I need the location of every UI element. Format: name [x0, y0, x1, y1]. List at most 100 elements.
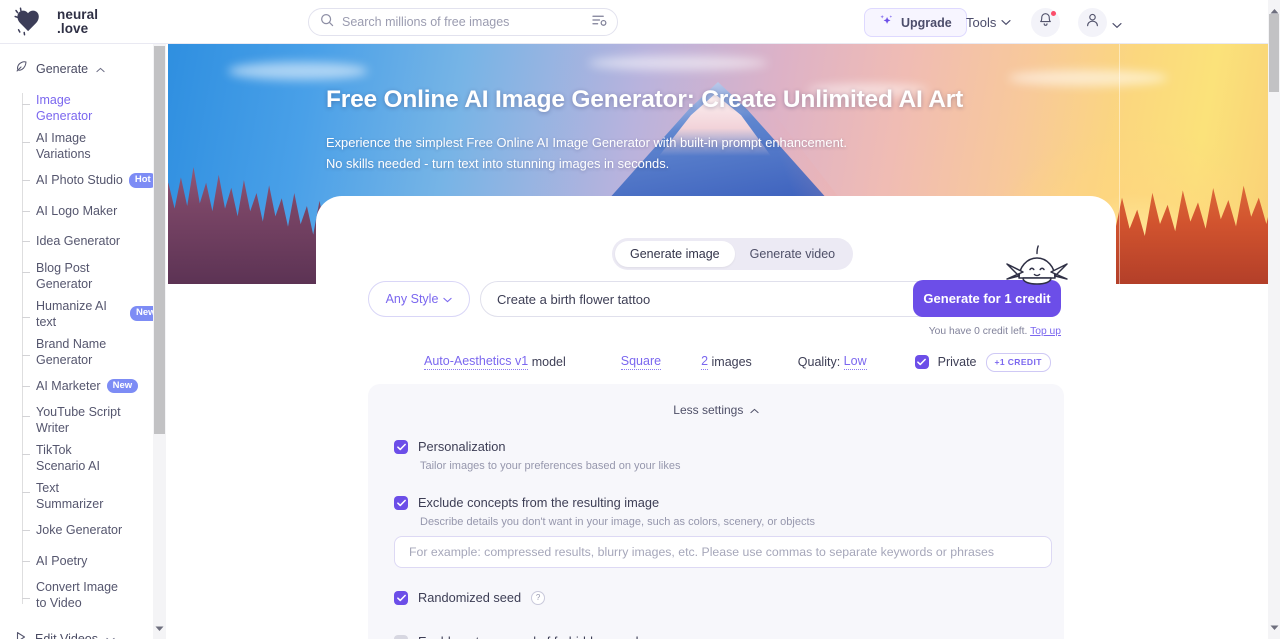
sidebar-item-label: Idea Generator — [36, 234, 121, 249]
exclude-concepts-description: Describe details you don't want in your … — [420, 516, 816, 528]
user-avatar-button[interactable] — [1078, 8, 1107, 37]
exclude-concepts-input[interactable]: For example: compressed results, blurry … — [394, 536, 1052, 568]
brand-logo[interactable]: neural .love — [0, 6, 300, 37]
forbidden-words-label: Enable auto-removal of forbidden words — [418, 634, 645, 639]
prompt-value: Create a birth flower tattoo — [497, 291, 651, 307]
top-navigation-bar: neural .love Search millions of free ima… — [0, 0, 1268, 44]
sidebar-item-tiktok-scenario-ai[interactable]: TikTok Scenario AI — [22, 439, 168, 477]
image-count-value[interactable]: 2 — [701, 354, 709, 371]
generation-options-row: Auto-Aesthetics v1 model Square 2 images… — [424, 353, 1051, 372]
sidebar-item-idea-generator[interactable]: Idea Generator — [22, 226, 168, 257]
sidebar-item-ai-image-variations[interactable]: AI Image Variations — [22, 127, 168, 165]
sidebar-item-humanize-ai-text[interactable]: Humanize AI text New — [22, 295, 168, 333]
sidebar-item-youtube-script-writer[interactable]: YouTube Script Writer — [22, 401, 168, 439]
sidebar-item-label: AI Logo Maker — [36, 203, 118, 218]
notifications-button[interactable] — [1031, 8, 1060, 37]
toggle-settings-button[interactable]: Less settings — [368, 403, 1064, 417]
private-label: Private — [937, 355, 977, 370]
sidebar-item-label: TikTok Scenario AI — [36, 443, 100, 473]
play-triangle-icon — [15, 630, 27, 639]
setting-exclude-concepts: Exclude concepts from the resulting imag… — [394, 495, 815, 528]
sidebar-scrollbar-thumb[interactable] — [154, 46, 165, 434]
personalization-label: Personalization — [418, 439, 506, 454]
heart-logo-icon — [14, 6, 48, 37]
sidebar-item-image-generator[interactable]: Image Generator — [22, 89, 168, 127]
light-beam — [1119, 44, 1120, 284]
tab-generate-video[interactable]: Generate video — [735, 241, 850, 267]
sidebar-item-label: Text Summarizer — [36, 481, 104, 511]
upgrade-button[interactable]: Upgrade — [864, 8, 967, 37]
help-icon[interactable]: ? — [531, 590, 546, 605]
aspect-ratio-value[interactable]: Square — [620, 354, 662, 371]
sidebar-navigation: Generate Image Generator AI Image Variat… — [0, 44, 168, 639]
scroll-down-arrow-icon[interactable] — [1270, 618, 1279, 636]
sidebar-scroll-down-arrow-icon[interactable] — [155, 619, 164, 637]
quality-prefix: Quality: — [797, 355, 841, 370]
private-checkbox[interactable] — [914, 355, 929, 370]
sidebar-generate-items: Image Generator AI Image Variations AI P… — [0, 89, 168, 614]
cloud — [588, 56, 768, 70]
setting-personalization: Personalization Tailor images to your pr… — [394, 439, 680, 472]
style-selector[interactable]: Any Style — [368, 281, 470, 317]
page-scrollbar[interactable] — [1268, 0, 1280, 639]
sidebar-scrollbar[interactable] — [153, 44, 166, 639]
sidebar-section-generate[interactable]: Generate — [0, 58, 168, 80]
sidebar-item-label: AI Image Variations — [36, 131, 91, 161]
sidebar-item-convert-image-to-video[interactable]: Convert Image to Video — [22, 576, 168, 614]
sidebar-item-brand-name-generator[interactable]: Brand Name Generator — [22, 333, 168, 371]
page-scrollbar-thumb[interactable] — [1269, 14, 1279, 92]
sidebar-item-ai-poetry[interactable]: AI Poetry — [22, 546, 168, 577]
model-value[interactable]: Auto-Aesthetics v1 — [424, 354, 529, 371]
chevron-up-icon — [747, 403, 759, 417]
search-icon — [320, 13, 334, 32]
sidebar-item-label: Humanize AI text — [36, 298, 107, 329]
tools-label: Tools — [966, 14, 997, 30]
quality-option[interactable]: Quality: Low — [797, 354, 867, 371]
generate-button[interactable]: Generate for 1 credit — [913, 280, 1061, 317]
sidebar-item-joke-generator[interactable]: Joke Generator — [22, 515, 168, 546]
sparkle-icon — [879, 13, 894, 33]
sidebar-section-edit-videos[interactable]: Edit Videos — [0, 626, 168, 639]
setting-forbidden-words: Enable auto-removal of forbidden words — [394, 634, 645, 639]
hero-subtitle-line1: Experience the simplest Free Online AI I… — [326, 135, 847, 150]
feather-icon — [15, 60, 28, 78]
randomized-seed-checkbox[interactable] — [394, 590, 408, 605]
exclude-concepts-label: Exclude concepts from the resulting imag… — [418, 495, 660, 510]
hero-subtitle-line2: No skills needed - turn text into stunni… — [326, 156, 670, 171]
sidebar-generate-label: Generate — [36, 62, 89, 76]
sidebar-item-label: AI Photo Studio — [36, 173, 123, 188]
top-up-link[interactable]: Top up — [1030, 326, 1061, 337]
sidebar-item-ai-photo-studio[interactable]: AI Photo Studio Hot — [22, 165, 168, 196]
sidebar-item-label: Brand Name Generator — [36, 336, 107, 367]
image-count-option[interactable]: 2 images — [701, 354, 752, 371]
exclude-concepts-checkbox[interactable] — [394, 495, 408, 510]
tools-menu[interactable]: Tools — [966, 13, 1011, 31]
sidebar-item-blog-post-generator[interactable]: Blog Post Generator — [22, 257, 168, 295]
credits-text: You have 0 credit left. — [928, 326, 1028, 337]
hero-subtitle: Experience the simplest Free Online AI I… — [326, 132, 847, 174]
cloud — [1008, 70, 1168, 86]
search-input[interactable]: Search millions of free images — [308, 8, 618, 36]
sidebar-item-text-summarizer[interactable]: Text Summarizer — [22, 477, 168, 515]
quality-value[interactable]: Low — [843, 354, 867, 371]
search-placeholder: Search millions of free images — [342, 15, 510, 29]
private-credit-badge: +1 CREDIT — [985, 353, 1051, 372]
generation-mode-tabs: Generate image Generate video — [612, 238, 854, 270]
sidebar-item-ai-marketer[interactable]: AI Marketer New — [22, 371, 168, 402]
forbidden-words-checkbox[interactable] — [394, 634, 408, 639]
personalization-checkbox[interactable] — [394, 439, 408, 454]
model-option[interactable]: Auto-Aesthetics v1 model — [424, 354, 566, 371]
tab-generate-image[interactable]: Generate image — [615, 241, 735, 267]
search-filter-icon[interactable] — [592, 13, 607, 32]
sidebar-item-ai-logo-maker[interactable]: AI Logo Maker — [22, 196, 168, 227]
image-count-suffix: images — [711, 355, 752, 370]
account-chevron-down-icon[interactable] — [1112, 16, 1122, 34]
aspect-ratio-option[interactable]: Square — [620, 354, 662, 371]
sidebar-item-label: Blog Post Generator — [36, 260, 93, 291]
chevron-down-icon — [106, 630, 115, 639]
sidebar-item-label: Joke Generator — [36, 523, 123, 538]
page-root: neural .love Search millions of free ima… — [0, 0, 1280, 639]
sidebar-item-label: Image Generator — [36, 93, 93, 123]
private-option[interactable]: Private +1 CREDIT — [914, 353, 1051, 372]
credits-note: You have 0 credit left. Top up — [913, 326, 1061, 337]
